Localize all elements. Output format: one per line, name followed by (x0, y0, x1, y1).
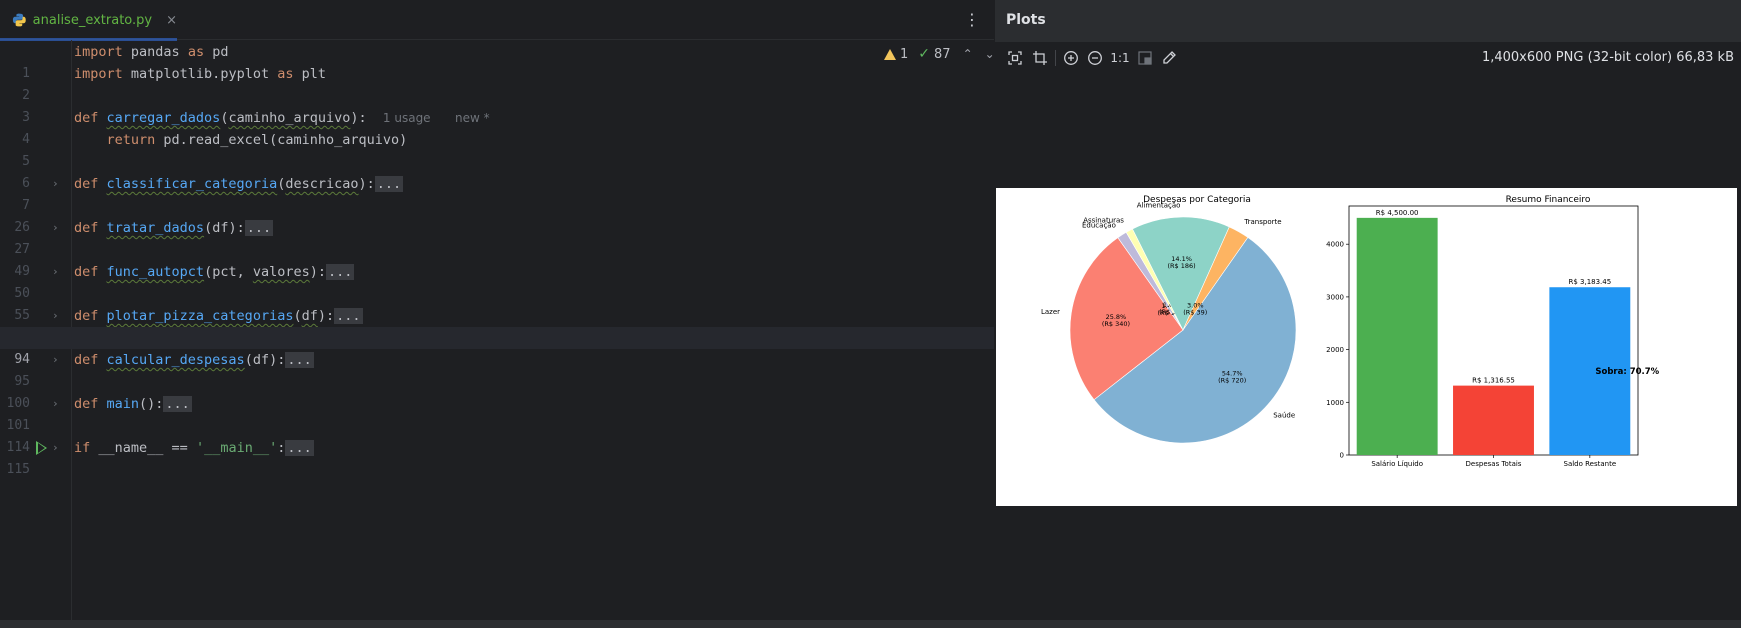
actual-size-button[interactable]: 1:1 (1109, 50, 1131, 66)
background-toggle-icon[interactable] (1137, 50, 1153, 66)
x-tick-label: Saldo Restante (1564, 460, 1617, 468)
more-options-icon[interactable]: ⋮ (964, 10, 980, 29)
bar-chart: 0 1000 2000 3000 4000 R$ 4,500.00 Salário Líqu… (1326, 205, 1660, 468)
pie-category-label: Assinaturas (1083, 217, 1124, 225)
code-line[interactable]: 100 (0, 371, 994, 411)
zoom-in-icon[interactable] (1063, 50, 1079, 66)
bar-value-label: R$ 4,500.00 (1376, 209, 1419, 217)
usage-hint[interactable]: 1 usage (383, 111, 431, 125)
folded-region[interactable]: ... (163, 396, 192, 412)
folded-region[interactable]: ... (285, 440, 314, 456)
editor-tab-bar: analise_extrato.py × ⋮ (0, 0, 994, 41)
code-line[interactable]: 115 › if __name__ == '__main__':... (0, 437, 994, 477)
status-bar (0, 620, 1741, 628)
fit-to-window-icon[interactable] (1007, 50, 1023, 66)
code-line[interactable]: 114 (0, 415, 994, 455)
code-line[interactable]: 49 (0, 239, 994, 279)
folded-region[interactable]: ... (374, 176, 404, 192)
tab-analise-extrato[interactable]: analise_extrato.py × (0, 0, 177, 41)
fold-chevron-icon[interactable]: › (52, 393, 59, 415)
line-number: 115 (6, 462, 30, 477)
x-tick-label: Despesas Totais (1466, 460, 1522, 468)
fold-chevron-icon[interactable]: › (52, 349, 59, 371)
image-info: 1,400x600 PNG (32-bit color) 66,83 kB (1481, 50, 1734, 65)
bar-value-label: R$ 1,316.55 (1472, 377, 1515, 385)
folded-region[interactable]: ... (244, 220, 274, 236)
y-tick-label: 0 (1340, 452, 1344, 460)
folded-region[interactable]: ... (285, 352, 314, 368)
bar-annotation: Sobra: 70.7% (1595, 367, 1659, 377)
code-line[interactable]: 6 (0, 151, 994, 191)
tab-label: analise_extrato.py (32, 12, 153, 28)
fold-chevron-icon[interactable]: › (52, 217, 59, 239)
python-file-icon (12, 13, 26, 27)
code-line[interactable]: 55 (0, 283, 994, 323)
folded-region[interactable]: ... (326, 264, 355, 280)
pie-value-label: (R$ 340) (1102, 320, 1130, 328)
y-tick-label: 4000 (1326, 241, 1344, 249)
code-line[interactable]: 5 return pd.read_excel(caminho_arquivo) (0, 129, 994, 169)
y-tick-label: 2000 (1326, 346, 1344, 354)
figure-svg: Despesas por Categoria Saúde54.7%(R$ 720… (1041, 195, 1660, 468)
bar (1356, 217, 1438, 455)
plots-pane: Plots 1:1 1,400x600 PNG (32-bit color) 6… (994, 0, 1741, 620)
code-line[interactable]: 7 › def classificar_categoria(descricao)… (0, 173, 994, 213)
code-line[interactable]: 95 › def calcular_despesas(df):... (0, 349, 994, 389)
crop-icon[interactable] (1032, 50, 1048, 66)
pie-category-label: Saúde (1273, 411, 1295, 419)
plots-title: Plots (995, 0, 1741, 40)
code-line[interactable]: 4 def carregar_dados(caminho_arquivo): 1… (0, 107, 994, 147)
y-tick-label: 3000 (1326, 293, 1344, 301)
pie-category-label: Lazer (1041, 308, 1060, 316)
code-line-current[interactable]: 94 (0, 327, 994, 367)
author-hint[interactable]: new * (455, 111, 490, 125)
run-icon[interactable] (36, 441, 47, 455)
pie-chart: Saúde54.7%(R$ 720)Lazer25.8%(R$ 340)Educ… (1041, 202, 1297, 444)
pie-category-label: Transporte (1243, 218, 1281, 226)
close-icon[interactable]: × (166, 13, 177, 28)
code-line[interactable]: 26 (0, 195, 994, 235)
fold-chevron-icon[interactable]: › (52, 437, 59, 459)
plot-image: Despesas por Categoria Saúde 54.7% (R$ 720… (996, 188, 1737, 506)
x-tick-label: Salário Líquido (1371, 460, 1423, 468)
zoom-out-icon[interactable] (1087, 50, 1103, 66)
bar (1453, 385, 1534, 455)
fold-chevron-icon[interactable]: › (52, 173, 59, 195)
bar-title: Resumo Financeiro (1506, 195, 1591, 205)
pie-value-label: (R$ 720) (1218, 377, 1246, 385)
y-tick-label: 1000 (1326, 399, 1344, 407)
code-line[interactable]: 101 › def main():... (0, 393, 994, 433)
plot-viewport[interactable]: Despesas por Categoria Saúde 54.7% (R$ 720… (995, 74, 1741, 620)
pie-category-label: Alimentação (1137, 202, 1181, 210)
code-line[interactable]: 50 › def func_autopct(pct, valores):... (0, 261, 994, 301)
pie-value-label: (R$ 39) (1183, 308, 1207, 316)
color-picker-icon[interactable] (1161, 50, 1177, 66)
code-line[interactable]: 3 (0, 85, 994, 125)
bar-value-label: R$ 3,183.45 (1568, 278, 1611, 286)
code-line[interactable]: 27 › def tratar_dados(df):... (0, 217, 994, 257)
code-line[interactable]: 56 › def plotar_pizza_categorias(df):... (0, 305, 994, 345)
pie-value-label: (R$ 186) (1168, 262, 1196, 270)
toolbar-separator (1055, 50, 1056, 66)
fold-chevron-icon[interactable]: › (52, 305, 59, 327)
plots-toolbar: 1:1 1,400x600 PNG (32-bit color) 66,83 k… (995, 42, 1741, 74)
code-line[interactable]: 2 import matplotlib.pyplot as plt (0, 63, 994, 103)
fold-chevron-icon[interactable]: › (52, 261, 59, 283)
editor-pane: analise_extrato.py × ⋮ 1 ✓ 87 ⌃ ⌄ 1 impo… (0, 0, 995, 628)
code-line[interactable]: 1 import pandas as pd (0, 41, 994, 81)
folded-region[interactable]: ... (334, 308, 363, 324)
